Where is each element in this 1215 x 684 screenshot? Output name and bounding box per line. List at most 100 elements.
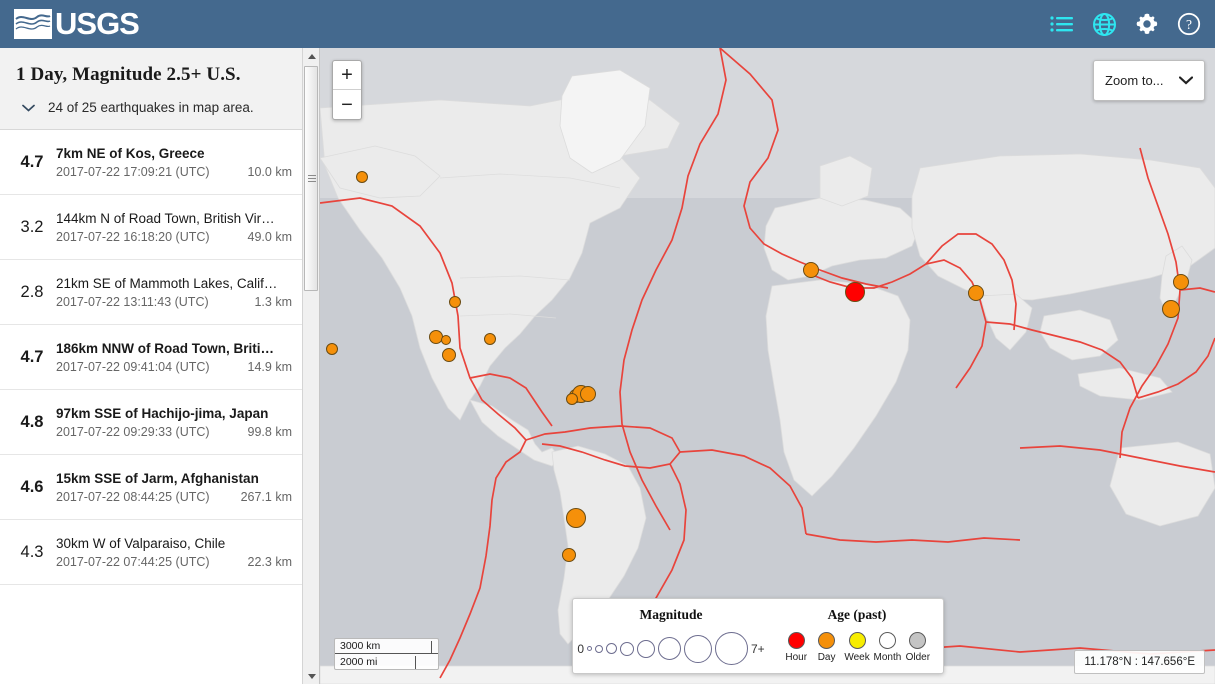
earthquake-marker-jarm-afghanistan[interactable] — [968, 285, 984, 301]
earthquake-list-item[interactable]: 4.897km SSE of Hachijo-jima, Japan 2017-0… — [0, 390, 306, 455]
svg-text:?: ? — [1186, 17, 1192, 32]
earthquake-time: 2017-07-22 13:11:43 (UTC) — [56, 295, 209, 309]
earthquake-meta: 2017-07-22 17:09:21 (UTC)10.0 km — [56, 165, 296, 179]
earthquake-list-item[interactable]: 4.7186km NNW of Road Town, Briti… 2017-07… — [0, 325, 306, 390]
earthquake-place: 97km SSE of Hachijo-jima, Japan — [56, 406, 296, 421]
scale-mi: 2000 mi — [335, 654, 438, 669]
basemap-graphic — [320, 48, 1215, 684]
zoom-to-label: Zoom to... — [1105, 73, 1164, 88]
earthquake-marker-oklahoma[interactable] — [484, 333, 496, 345]
legend-age-label: Hour — [785, 652, 807, 663]
gear-icon[interactable] — [1135, 12, 1159, 36]
earthquake-time: 2017-07-22 16:18:20 (UTC) — [56, 230, 210, 244]
legend-age-item: Month — [872, 632, 902, 663]
legend-magnitude-circle — [620, 642, 634, 656]
scroll-up-arrow-icon[interactable] — [303, 48, 320, 64]
scrollbar-grip-icon — [308, 175, 316, 182]
zoom-in-button[interactable]: + — [333, 61, 361, 90]
earthquake-details: 15km SSE of Jarm, Afghanistan 2017-07-22 … — [56, 471, 296, 504]
earthquake-marker-hachijo-jima[interactable] — [1162, 300, 1180, 318]
help-icon[interactable]: ? — [1177, 12, 1201, 36]
earthquake-list: 4.77km NE of Kos, Greece2017-07-22 17:09… — [0, 130, 306, 585]
earthquake-marker-italy[interactable] — [803, 262, 819, 278]
earthquake-marker-road-town-d[interactable] — [566, 393, 578, 405]
legend-magnitude-scale: 0 7+ — [583, 632, 759, 665]
earthquake-list-item[interactable]: 4.615km SSE of Jarm, Afghanistan 2017-07-… — [0, 455, 306, 520]
globe-icon[interactable] — [1092, 12, 1117, 37]
earthquake-marker-valparaiso[interactable] — [566, 508, 586, 528]
earthquake-meta: 2017-07-22 07:44:25 (UTC) 22.3 km — [56, 555, 296, 569]
legend-magnitude-circle — [606, 643, 617, 654]
earthquake-meta: 2017-07-22 09:41:04 (UTC) 14.9 km — [56, 360, 296, 374]
earthquake-marker-japan-north[interactable] — [1173, 274, 1189, 290]
earthquake-time: 2017-07-22 08:44:25 (UTC) — [56, 490, 210, 504]
earthquake-count-text: 24 of 25 earthquakes in map area. — [48, 100, 254, 115]
earthquake-place: 30km W of Valparaiso, Chile — [56, 536, 296, 551]
sidebar-scrollbar[interactable] — [302, 48, 319, 684]
earthquake-list-item[interactable]: 3.2144km N of Road Town, British Vir…201… — [0, 195, 306, 260]
earthquake-magnitude: 2.8 — [8, 283, 56, 302]
earthquake-marker-socal[interactable] — [442, 348, 456, 362]
legend-age: Age (past) HourDayWeekMonthOlder — [769, 599, 945, 673]
legend-age-label: Day — [818, 652, 836, 663]
earthquake-place: 15km SSE of Jarm, Afghanistan — [56, 471, 296, 486]
usgs-logo[interactable]: USGS — [14, 9, 139, 39]
earthquake-depth: 1.3 km — [254, 295, 296, 309]
earthquake-marker-pacific-offshore[interactable] — [326, 343, 338, 355]
earthquake-marker-idaho[interactable] — [449, 296, 461, 308]
legend-magnitude-circle — [595, 645, 603, 653]
earthquake-depth: 14.9 km — [248, 360, 296, 374]
earthquake-magnitude: 4.7 — [8, 348, 56, 367]
earthquake-details: 30km W of Valparaiso, Chile 2017-07-22 07… — [56, 536, 296, 569]
list-icon[interactable] — [1050, 14, 1074, 34]
earthquake-marker-kos-greece[interactable] — [845, 282, 865, 302]
usgs-wave-logo-icon — [14, 9, 52, 39]
earthquake-marker-alaska[interactable] — [356, 171, 368, 183]
scale-km: 3000 km — [335, 639, 438, 654]
world-map[interactable]: + − Zoom to... 3000 km 2000 mi 11.178°N … — [320, 48, 1215, 684]
legend-age-dot — [879, 632, 896, 649]
earthquake-magnitude: 4.3 — [8, 543, 56, 562]
legend-age-dot — [818, 632, 835, 649]
zoom-out-button[interactable]: − — [333, 90, 361, 119]
earthquake-list-item[interactable]: 4.330km W of Valparaiso, Chile 2017-07-22… — [0, 520, 306, 585]
earthquake-place: 186km NNW of Road Town, Briti… — [56, 341, 296, 356]
legend-magnitude-max: 7+ — [751, 642, 765, 656]
legend-magnitude-circle — [658, 637, 681, 660]
earthquake-depth: 99.8 km — [248, 425, 296, 439]
legend-age-dot — [909, 632, 926, 649]
summary-row[interactable]: 24 of 25 earthquakes in map area. — [16, 100, 290, 115]
zoom-to-dropdown[interactable]: Zoom to... — [1093, 60, 1205, 101]
earthquake-list-item[interactable]: 4.77km NE of Kos, Greece2017-07-22 17:09… — [0, 130, 306, 195]
earthquake-marker-mammoth-lakes-b[interactable] — [441, 335, 451, 345]
chevron-down-icon[interactable] — [22, 101, 48, 114]
earthquake-marker-road-town-c[interactable] — [580, 386, 596, 402]
legend-magnitude-circle — [637, 640, 655, 658]
earthquake-list-item[interactable]: 2.821km SE of Mammoth Lakes, Calif…2017-… — [0, 260, 306, 325]
scroll-down-arrow-icon[interactable] — [303, 668, 320, 684]
earthquake-magnitude: 4.7 — [8, 153, 56, 172]
earthquake-meta: 2017-07-22 09:29:33 (UTC) 99.8 km — [56, 425, 296, 439]
earthquake-marker-chile-south[interactable] — [562, 548, 576, 562]
map-legend: Magnitude 0 7+ Age (past) HourDayWeekMon… — [572, 598, 944, 674]
earthquake-time: 2017-07-22 09:29:33 (UTC) — [56, 425, 210, 439]
coordinate-readout: 11.178°N : 147.656°E — [1074, 650, 1205, 674]
legend-age-item: Older — [903, 632, 933, 663]
legend-age-item: Day — [811, 632, 841, 663]
earthquake-magnitude: 4.6 — [8, 478, 56, 497]
usgs-earthquake-map-app: USGS — [0, 0, 1215, 684]
legend-magnitude-circle — [715, 632, 748, 665]
legend-age-label: Month — [874, 652, 902, 663]
earthquake-time: 2017-07-22 07:44:25 (UTC) — [56, 555, 210, 569]
earthquake-details: 21km SE of Mammoth Lakes, Calif…2017-07-… — [56, 276, 296, 309]
scrollbar-thumb[interactable] — [304, 66, 318, 291]
map-zoom-controls: + − — [332, 60, 362, 120]
earthquake-time: 2017-07-22 09:41:04 (UTC) — [56, 360, 210, 374]
legend-age-label: Older — [906, 652, 930, 663]
legend-age-dot — [849, 632, 866, 649]
earthquake-depth: 22.3 km — [248, 555, 296, 569]
legend-age-dot — [788, 632, 805, 649]
earthquake-details: 186km NNW of Road Town, Briti… 2017-07-22… — [56, 341, 296, 374]
earthquake-magnitude: 4.8 — [8, 413, 56, 432]
earthquake-details: 144km N of Road Town, British Vir…2017-0… — [56, 211, 296, 244]
